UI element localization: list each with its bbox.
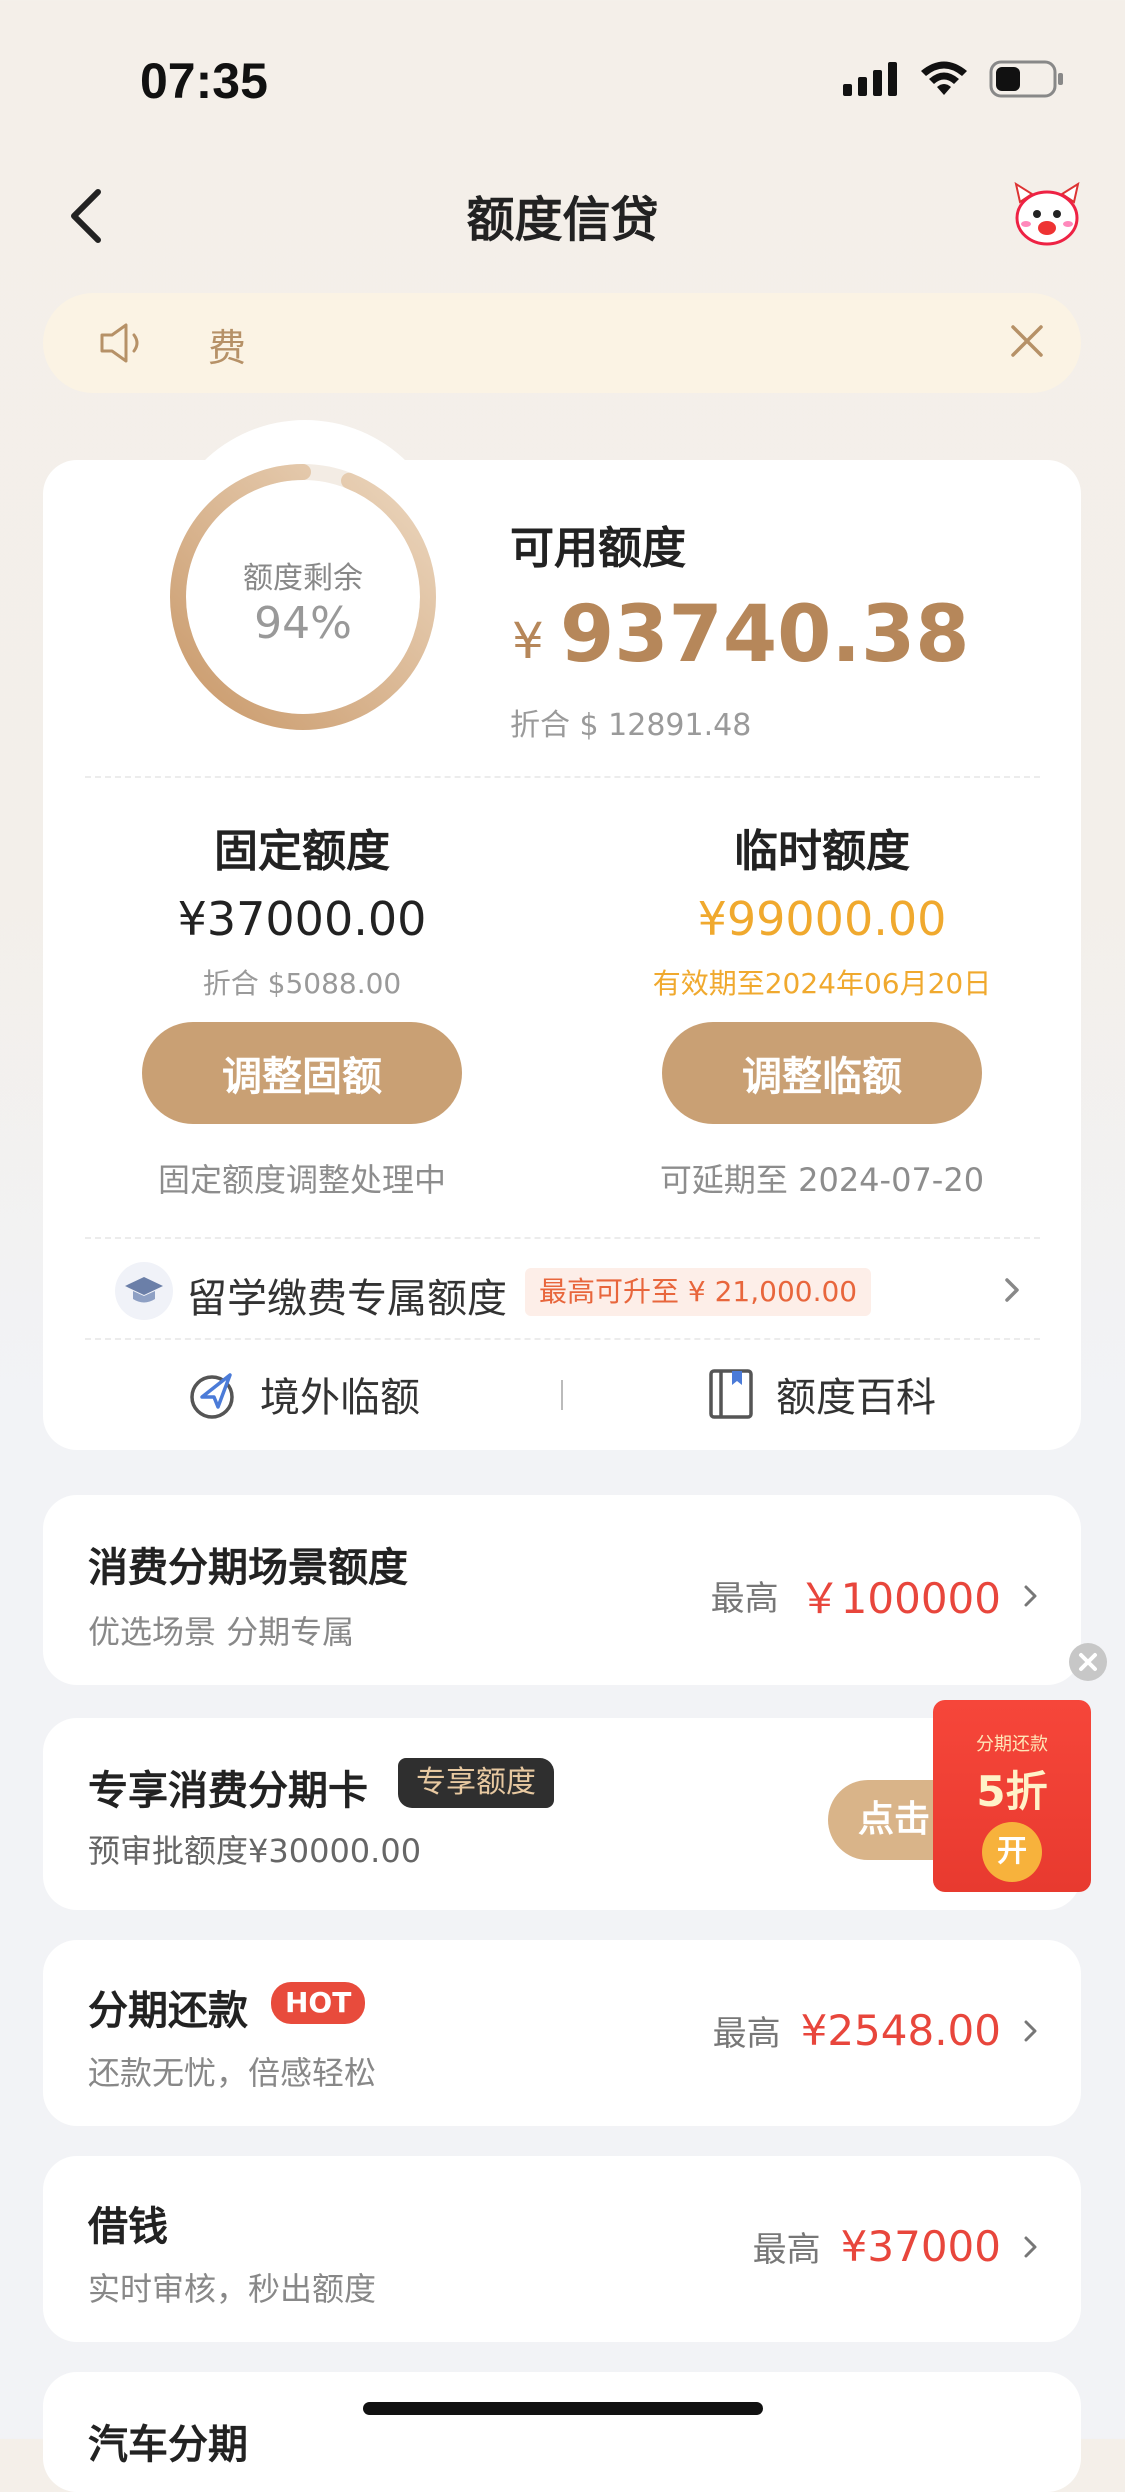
mascot-icon[interactable] [1010,182,1084,246]
wiki-label: 额度百科 [776,1375,936,1421]
close-icon[interactable] [1007,321,1047,361]
link-separator [561,1380,563,1410]
home-indicator [363,2402,763,2415]
chevron-right-icon [1024,1585,1037,1606]
status-time: 07:35 [140,53,268,109]
notice-text: 费 [208,326,247,370]
book-icon [709,1369,753,1419]
borrow-subtitle: 实时审核，秒出额度 [88,2270,377,2308]
overseas-label: 境外临额 [260,1375,420,1421]
consume-value: ￥100000 [798,1574,1001,1623]
consume-installment-card[interactable]: 消费分期场景额度 优选场景 分期专属 最高 ￥100000 [43,1495,1081,1685]
car-title: 汽车分期 [88,2422,248,2468]
max-label: 最高 [710,1579,779,1619]
installment-repay-card[interactable]: 分期还款 HOT 还款无忧，倍感轻松 最高 ¥2548.00 [43,1940,1081,2126]
hot-badge: HOT [271,1982,366,2024]
chevron-right-icon [1024,2236,1037,2257]
max-label: 最高 [752,2230,821,2270]
consume-title: 消费分期场景额度 [88,1545,408,1591]
available-label: 可用额度 [510,523,686,574]
ring-percent: 94% [254,598,352,649]
exclusive-subtitle: 预审批额度¥30000.00 [88,1832,422,1870]
exclusive-tag: 专享额度 [398,1758,554,1808]
divider [85,1338,1040,1340]
installment-max: 最高 ¥2548.00 [713,2006,1041,2055]
temporary-title: 临时额度 [734,826,910,877]
fixed-conversion: 折合 $5088.00 [202,967,402,1000]
installment-value: ¥2548.00 [800,2006,1001,2055]
promo-red-packet[interactable]: 分期还款 5折 开 [933,1700,1091,1892]
exclusive-card[interactable]: 专享消费分期卡 专享额度 预审批额度¥30000.00 点击 [43,1718,1081,1910]
installment-subtitle: 还款无忧，倍感轻松 [88,2054,377,2092]
speaker-icon [100,323,139,363]
borrow-value: ¥37000 [840,2222,1001,2271]
available-currency: ¥ [512,612,544,670]
study-abroad-row[interactable]: 留学缴费专属额度 最高可升至 ¥ 21,000.00 [115,1262,1025,1322]
fixed-title: 固定额度 [214,826,390,877]
car-installment-card[interactable]: 汽车分期 [43,2372,1081,2492]
remaining-ring [170,464,436,730]
adjust-temporary-button[interactable]: 调整临额 [662,1022,982,1124]
consume-subtitle: 优选场景 分期专属 [88,1613,355,1651]
fixed-amount: ¥37000.00 [177,892,427,946]
fixed-note: 固定额度调整处理中 [157,1161,446,1199]
status-icons [843,60,1065,98]
notice-bar[interactable]: 费 [43,293,1081,393]
promo-top-text: 分期还款 [976,1734,1048,1755]
promo-close-icon[interactable] [1067,1641,1109,1683]
adjust-fixed-button[interactable]: 调整固额 [142,1022,462,1124]
study-abroad-badge: 最高可升至 ¥ 21,000.00 [525,1268,872,1316]
available-conversion: 折合 $ 12891.48 [510,708,752,743]
temporary-validity: 有效期至2024年06月20日 [652,967,992,1000]
ring-label: 额度剩余 [243,561,363,596]
battery-icon [989,60,1063,98]
available-amount: 93740.38 [560,590,970,680]
wifi-icon [921,61,967,95]
divider [85,1237,1040,1239]
borrow-card[interactable]: 借钱 实时审核，秒出额度 最高 ¥37000 [43,2156,1081,2342]
chevron-right-icon [1024,2020,1037,2041]
page-title: 额度信贷 [466,192,659,248]
consume-max: 最高 ￥100000 [711,1565,1041,1626]
borrow-title: 借钱 [88,2204,168,2250]
promo-discount: 5折 [976,1767,1048,1816]
plane-icon [190,1373,234,1419]
overseas-link[interactable]: 境外临额 [188,1365,420,1423]
temporary-amount: ¥99000.00 [697,892,947,946]
temporary-note: 可延期至 2024-07-20 [659,1161,985,1199]
max-label: 最高 [712,2014,781,2054]
installment-title: 分期还款 [88,1988,248,2034]
chevron-right-icon [1005,1278,1019,1302]
wiki-link[interactable]: 额度百科 [708,1365,936,1423]
study-abroad-label: 留学缴费专属额度 [187,1276,507,1322]
signal-icon [843,62,897,96]
exclusive-title: 专享消费分期卡 [88,1768,368,1814]
promo-open-button[interactable]: 开 [982,1822,1042,1882]
divider [85,776,1040,778]
graduation-cap-icon [115,1262,173,1320]
borrow-max: 最高 ¥37000 [753,2222,1041,2271]
